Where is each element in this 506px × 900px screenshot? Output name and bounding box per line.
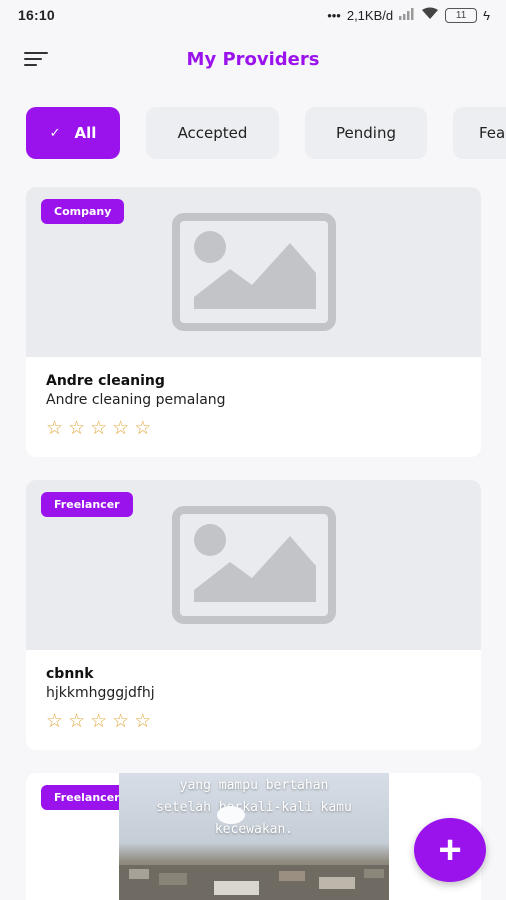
page-title: My Providers bbox=[186, 48, 320, 70]
image-placeholder-icon bbox=[171, 213, 336, 331]
provider-name: cbnnk bbox=[46, 666, 94, 682]
status-indicators: ••• 2,1KB/d 11 ϟ bbox=[327, 7, 490, 23]
filter-chip-pending[interactable]: Pending bbox=[305, 107, 427, 159]
filter-chip-label: Accepted bbox=[177, 124, 248, 142]
rating-stars: ☆ ☆ ☆ ☆ ☆ bbox=[46, 417, 461, 440]
provider-image: Company bbox=[26, 187, 481, 357]
menu-icon[interactable] bbox=[24, 52, 50, 70]
provider-photo: yang mampu bertahan setelah berkali-kali… bbox=[119, 773, 389, 900]
status-bar: 16:10 ••• 2,1KB/d 11 ϟ bbox=[0, 0, 506, 30]
star-icon: ☆ bbox=[46, 418, 64, 439]
battery-level: 11 bbox=[455, 9, 467, 21]
filter-chip-label: All bbox=[74, 124, 97, 142]
star-icon: ☆ bbox=[68, 418, 86, 439]
provider-card[interactable]: Freelancer cbnnk hjkkmhgggjdfhj ☆ ☆ ☆ ☆ ☆ bbox=[26, 480, 481, 750]
battery-icon: 11 bbox=[445, 7, 478, 23]
star-icon: ☆ bbox=[68, 711, 86, 732]
provider-type-badge: Company bbox=[41, 199, 125, 224]
plus-icon: + bbox=[438, 827, 462, 872]
filter-chip-all[interactable]: ✓ All bbox=[26, 107, 120, 159]
provider-name: Andre cleaning bbox=[46, 373, 165, 389]
star-icon: ☆ bbox=[46, 711, 64, 732]
star-icon: ☆ bbox=[112, 711, 130, 732]
status-time: 16:10 bbox=[18, 7, 55, 23]
filter-chips: ✓ All Accepted Pending Fea bbox=[26, 107, 506, 161]
wifi-icon bbox=[421, 7, 439, 23]
star-icon: ☆ bbox=[134, 418, 152, 439]
star-icon: ☆ bbox=[90, 418, 108, 439]
provider-card[interactable]: Company Andre cleaning Andre cleaning pe… bbox=[26, 187, 481, 457]
image-placeholder-icon bbox=[171, 506, 336, 624]
star-icon: ☆ bbox=[134, 711, 152, 732]
filter-chip-accepted[interactable]: Accepted bbox=[146, 107, 279, 159]
network-speed: 2,1KB/d bbox=[346, 7, 394, 23]
provider-description: hjkkmhgggjdfhj bbox=[46, 685, 155, 701]
filter-chip-partial[interactable]: Fea bbox=[453, 107, 506, 159]
star-icon: ☆ bbox=[90, 711, 108, 732]
signal-icon bbox=[399, 7, 415, 23]
check-icon: ✓ bbox=[49, 125, 61, 141]
provider-type-badge: Freelancer bbox=[41, 492, 133, 517]
dots-icon: ••• bbox=[327, 7, 341, 23]
filter-chip-label: Pending bbox=[336, 124, 396, 142]
app-header: My Providers bbox=[0, 36, 506, 82]
provider-description: Andre cleaning pemalang bbox=[46, 392, 226, 408]
add-provider-button[interactable]: + bbox=[414, 818, 486, 882]
charging-icon: ϟ bbox=[483, 7, 490, 23]
rating-stars: ☆ ☆ ☆ ☆ ☆ bbox=[46, 710, 461, 733]
city-skyline bbox=[119, 806, 389, 900]
star-icon: ☆ bbox=[112, 418, 130, 439]
filter-chip-label: Fea bbox=[479, 124, 506, 142]
provider-image: Freelancer bbox=[26, 480, 481, 650]
